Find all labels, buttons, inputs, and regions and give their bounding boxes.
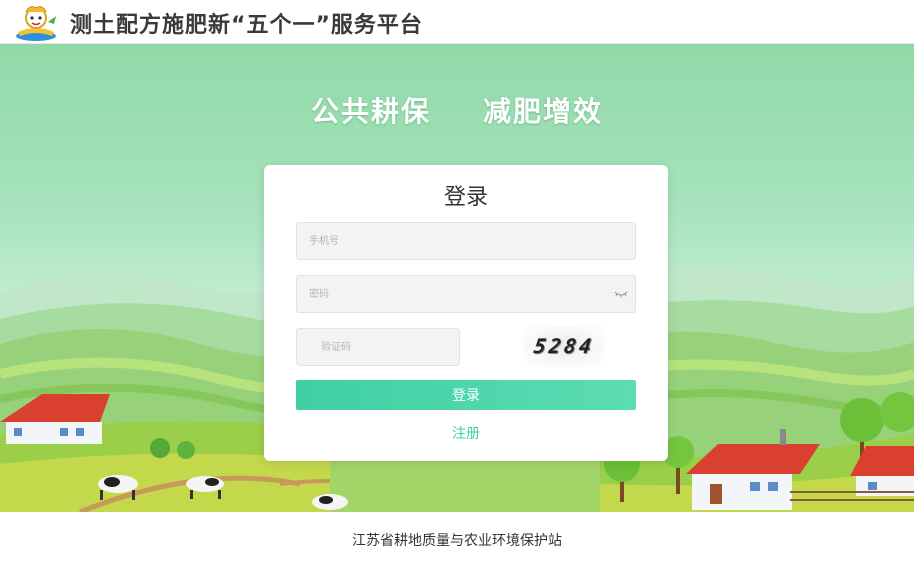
password-input[interactable] xyxy=(296,275,636,313)
slogan-right: 减肥增效 xyxy=(483,95,604,128)
footer-organization: 江苏省耕地质量与农业环境保护站 xyxy=(352,533,562,549)
phone-input[interactable] xyxy=(296,222,636,260)
captcha-image[interactable]: 5284 xyxy=(524,325,604,367)
captcha-code: 5284 xyxy=(532,334,596,358)
eye-closed-icon[interactable] xyxy=(614,289,628,299)
slogan: 公共耕保 减肥增效 xyxy=(0,90,914,130)
mascot-logo[interactable] xyxy=(12,2,60,42)
login-card: 登录 5284 登录 注册 xyxy=(264,165,668,461)
login-button[interactable]: 登录 xyxy=(296,380,636,410)
top-header: 测土配方施肥新“五个一”服务平台 xyxy=(0,0,914,44)
login-title: 登录 xyxy=(443,185,488,210)
footer: 江苏省耕地质量与农业环境保护站 xyxy=(0,512,914,564)
captcha-input[interactable] xyxy=(296,328,460,366)
register-link[interactable]: 注册 xyxy=(264,423,668,443)
hero-banner: 公共耕保 减肥增效 登录 5284 登录 注册 xyxy=(0,44,914,512)
cow-3 xyxy=(312,494,348,510)
slogan-left: 公共耕保 xyxy=(310,95,431,128)
site-title: 测土配方施肥新“五个一”服务平台 xyxy=(70,13,423,38)
